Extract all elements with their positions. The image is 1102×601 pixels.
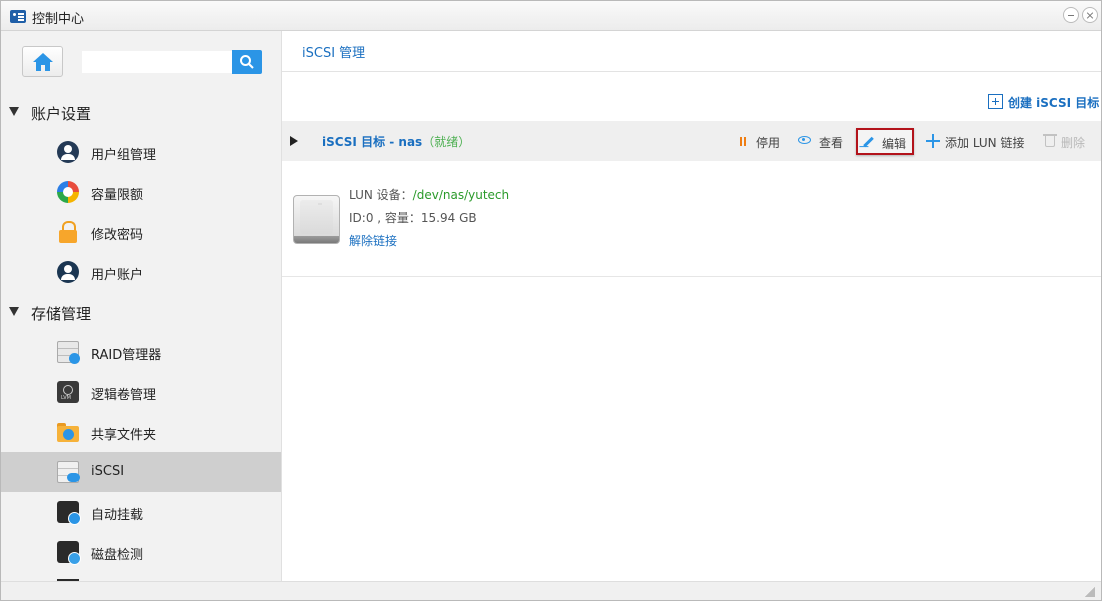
group-label: 存储管理 [31,305,92,323]
delete-label: 删除 [1061,136,1086,150]
add-lun-label: 添加 LUN 链接 [945,136,1025,150]
sidebar-item-label: 逻辑卷管理 [91,388,157,403]
target-name: iSCSI 目标 - nas（就绪） [322,133,470,150]
home-icon [33,53,53,71]
control-center-window: 控制中心 账户设置 用户组管理 容量限额 修改密码 用户账户 存储管理 RAID… [0,0,1102,601]
sidebar-item-label: 自动挂载 [91,508,144,523]
lun-item: LUN 设备：/dev/nas/yutech ID:0 , 容量：15.94 G… [282,161,1101,277]
page-title: iSCSI 管理 [302,46,366,61]
sidebar-item-shared-folder[interactable]: 共享文件夹 [1,412,281,452]
sidebar-item-change-password[interactable]: 修改密码 [1,212,281,252]
search-button[interactable] [232,50,262,74]
sidebar-item-lvm[interactable]: 逻辑卷管理 [1,372,281,412]
title-divider [282,71,1101,72]
eye-icon [798,136,811,144]
lun-info: ID:0 , 容量：15.94 GB [349,211,477,225]
sidebar: 账户设置 用户组管理 容量限额 修改密码 用户账户 存储管理 RAID管理器 L… [1,31,282,581]
expand-triangle-icon[interactable] [290,136,298,146]
collapse-triangle-icon [9,107,19,116]
window-title: 控制中心 [32,12,85,27]
lock-icon [57,221,79,243]
close-button[interactable] [1082,7,1098,23]
control-center-icon [10,10,26,23]
unlink-button[interactable]: 解除链接 [349,232,397,249]
group-label: 账户设置 [31,105,92,123]
lun-device-label: LUN 设备： [349,188,413,202]
user-account-icon [57,261,79,283]
search-icon [240,55,254,69]
resize-grip-icon[interactable] [1085,587,1095,597]
sidebar-item-user-account[interactable]: 用户账户 [1,252,281,292]
sidebar-item-quota[interactable]: 容量限额 [1,172,281,212]
status-bar [1,581,1101,600]
main-panel: iSCSI 管理 创建 iSCSI 目标 iSCSI 目标 - nas（就绪） … [282,31,1101,581]
pencil-icon [863,136,874,148]
auto-mount-icon [57,501,81,525]
create-target-label: 创建 iSCSI 目标 [1008,96,1100,110]
sidebar-item-label: 用户组管理 [91,148,157,163]
minimize-button[interactable] [1063,7,1079,23]
sidebar-item-disk-check[interactable]: 磁盘检测 [1,532,281,572]
disk-check-icon [57,541,81,565]
user-group-icon [57,141,79,163]
sidebar-item-label: 修改密码 [91,228,144,243]
trash-icon [1043,134,1057,147]
stop-label: 停用 [756,136,781,150]
sidebar-item-auto-mount[interactable]: 自动挂载 [1,492,281,532]
group-account-settings[interactable]: 账户设置 [1,92,281,132]
sidebar-item-label: 用户账户 [91,268,144,283]
raid-icon [57,341,80,364]
plus-icon [926,134,940,148]
title-bar[interactable]: 控制中心 [1,1,1101,31]
sidebar-item-user-group[interactable]: 用户组管理 [1,132,281,172]
sidebar-item-label: 磁盘检测 [91,548,144,563]
target-name-text: iSCSI 目标 - nas [322,135,423,149]
lvm-icon [57,381,79,403]
lun-device: LUN 设备：/dev/nas/yutech [349,186,509,203]
home-button[interactable] [22,46,63,77]
iscsi-icon [57,461,80,483]
sidebar-item-raid[interactable]: RAID管理器 [1,332,281,372]
hard-drive-icon [293,195,340,244]
add-box-icon [988,94,1003,109]
view-label: 查看 [819,136,844,150]
edit-label: 编辑 [882,137,907,151]
target-status: （就绪） [422,135,471,149]
edit-button[interactable]: 编辑 [856,128,914,155]
pause-icon [740,137,742,146]
sidebar-item-iscsi[interactable]: iSCSI [1,452,281,492]
search-input[interactable] [82,51,232,73]
sidebar-item-label: iSCSI [91,464,125,479]
shared-folder-icon [57,421,79,443]
sidebar-item-label: 容量限额 [91,188,144,203]
lun-device-path: /dev/nas/yutech [412,188,510,202]
quota-icon [57,181,79,203]
sidebar-item-label: RAID管理器 [91,348,162,363]
sidebar-item-label: 共享文件夹 [91,428,157,443]
iscsi-target-row[interactable]: iSCSI 目标 - nas（就绪） 停用 查看 编辑 添加 LUN 链接 删除 [282,121,1101,161]
group-storage-management[interactable]: 存储管理 [1,292,281,332]
collapse-triangle-icon [9,307,19,316]
